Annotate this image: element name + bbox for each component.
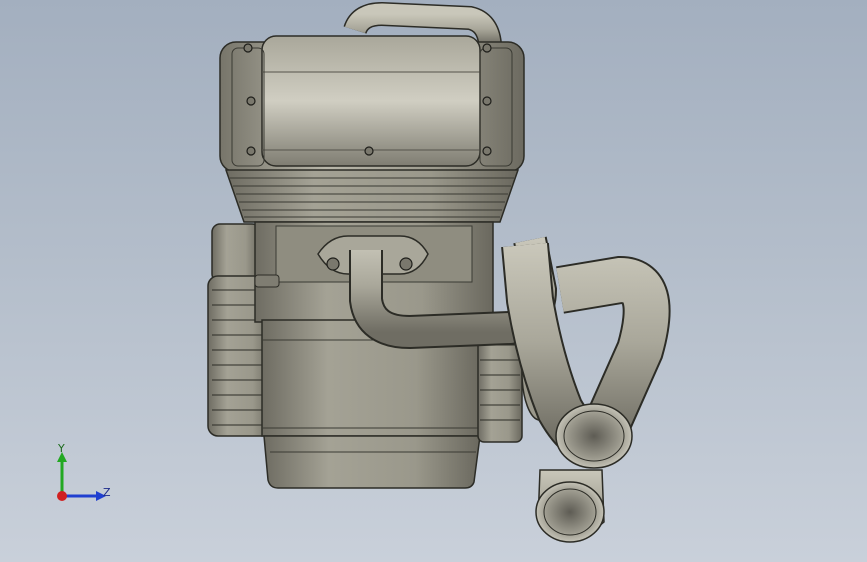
engine-3d-model[interactable] [0,0,867,562]
pipe-outlet-upper [555,403,633,469]
y-axis-label: Y [58,442,65,455]
z-axis-label: Z [103,486,111,499]
cooling-fins [224,169,520,223]
pipe-outlet-lower [535,469,605,543]
x-axis-origin [57,491,67,501]
graphics-viewport[interactable]: Y Z [0,0,867,562]
